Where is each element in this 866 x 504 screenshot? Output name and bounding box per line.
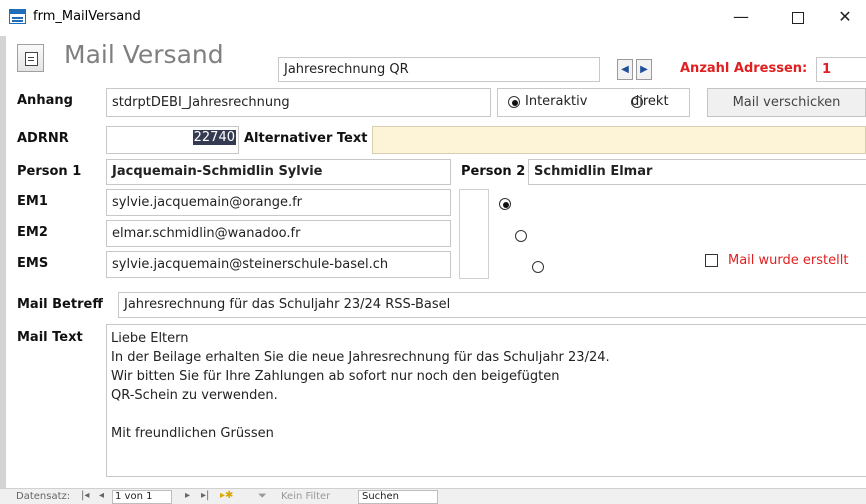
rechnung-field[interactable]: Jahresrechnung QR (278, 57, 600, 82)
record-nav-label: Datensatz: (16, 491, 71, 502)
adrnr-field[interactable]: 22740 (106, 126, 239, 154)
person1-label: Person 1 (17, 164, 82, 179)
form-window-icon (9, 9, 26, 24)
previous-record-icon[interactable]: ◂ (99, 490, 104, 501)
person2-field[interactable]: Schmidlin Elmar (528, 159, 866, 185)
search-field[interactable]: Suchen (358, 490, 438, 504)
window-title: frm_MailVersand (33, 9, 141, 24)
mail-betreff-field[interactable]: Jahresrechnung für das Schuljahr 23/24 R… (118, 292, 866, 318)
ems-label: EMS (17, 256, 49, 271)
em1-label: EM1 (17, 194, 48, 209)
interaktiv-radio[interactable] (508, 96, 520, 108)
anzahl-adressen-label: Anzahl Adressen: (680, 61, 808, 76)
alternativer-text-field[interactable] (372, 126, 866, 154)
em1-field[interactable]: sylvie.jacquemain@orange.fr (106, 189, 451, 216)
close-button[interactable]: ✕ (822, 0, 866, 36)
ems-field[interactable]: sylvie.jacquemain@steinerschule-basel.ch (106, 251, 451, 278)
email-choice-group (459, 189, 489, 279)
anhang-label: Anhang (17, 93, 73, 108)
send-mail-button[interactable]: Mail verschicken (707, 88, 866, 117)
person1-field[interactable]: Jacquemain-Schmidlin Sylvie (106, 159, 451, 185)
adrnr-label: ADRNR (17, 131, 69, 146)
ems-radio[interactable] (531, 261, 544, 273)
mail-text-field[interactable]: Liebe Eltern In der Beilage erhalten Sie… (106, 324, 866, 477)
last-record-icon[interactable]: ▸| (201, 490, 209, 501)
filter-icon[interactable]: ⏷ (258, 489, 267, 503)
person2-label: Person 2 (461, 164, 526, 179)
mail-created-checkbox[interactable] (705, 254, 718, 267)
next-record-button[interactable]: ▶ (636, 59, 652, 80)
em2-field[interactable]: elmar.schmidlin@wanadoo.fr (106, 220, 451, 247)
anzahl-adressen-field[interactable]: 1 (816, 57, 866, 82)
mail-text-label: Mail Text (17, 330, 83, 345)
form-title: Mail Versand (64, 40, 224, 69)
interaktiv-label[interactable]: Interaktiv (525, 94, 587, 109)
em2-label: EM2 (17, 225, 48, 240)
mail-created-label: Mail wurde erstellt (728, 253, 849, 268)
mail-text-line: QR-Schein zu verwenden. (111, 388, 278, 403)
prev-record-button[interactable]: ◀ (617, 59, 633, 80)
record-position-field[interactable]: 1 von 1 (112, 490, 172, 504)
mail-text-line: Wir bitten Sie für Ihre Zahlungen ab sof… (111, 369, 560, 384)
mail-text-line: Liebe Eltern (111, 331, 189, 346)
mail-text-line (111, 405, 862, 424)
form-header-icon[interactable] (17, 44, 44, 72)
mail-text-line: Mit freundlichen Grüssen (111, 426, 274, 441)
alternativer-text-label: Alternativer Text (244, 131, 368, 146)
maximize-icon (792, 12, 804, 24)
first-record-icon[interactable]: |◂ (81, 490, 89, 501)
adrnr-value: 22740 (192, 130, 236, 145)
mail-betreff-label: Mail Betreff (17, 297, 103, 312)
direkt-label[interactable]: direkt (631, 94, 669, 109)
minimize-button[interactable]: — (718, 0, 764, 36)
next-record-icon[interactable]: ▸ (185, 490, 190, 501)
new-record-icon[interactable]: ▸✱ (220, 490, 233, 501)
maximize-button[interactable] (775, 0, 821, 36)
mail-text-line: In der Beilage erhalten Sie die neue Jah… (111, 350, 610, 365)
filter-label[interactable]: Kein Filter (281, 491, 330, 502)
anhang-field[interactable]: stdrptDEBI_Jahresrechnung (106, 88, 491, 117)
